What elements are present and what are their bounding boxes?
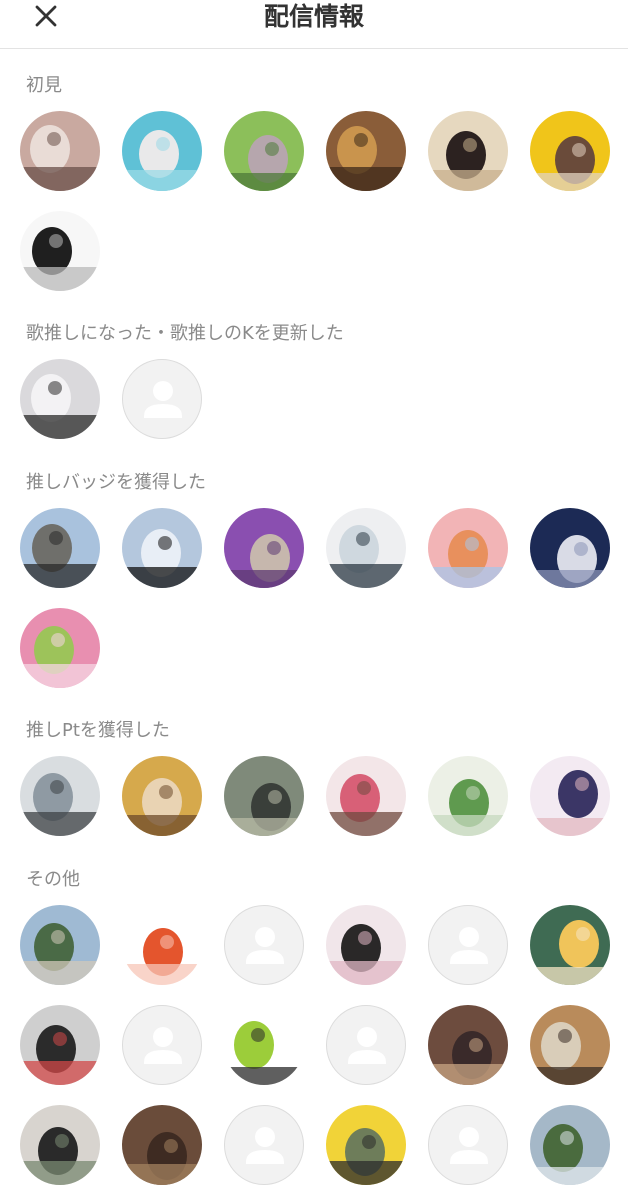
user-avatar[interactable] (20, 111, 100, 191)
user-avatar[interactable] (326, 756, 406, 836)
user-avatar-default[interactable] (122, 1005, 202, 1085)
section-label: 初見 (26, 75, 62, 96)
avatar-image (20, 905, 100, 985)
user-avatar-default[interactable] (224, 1105, 304, 1185)
avatar-image (122, 756, 202, 836)
avatar-image (326, 111, 406, 191)
user-avatar[interactable] (20, 211, 100, 291)
user-avatar-default[interactable] (428, 905, 508, 985)
section-label: 推しバッジを獲得した (26, 472, 206, 493)
user-avatar[interactable] (224, 111, 304, 191)
user-avatar[interactable] (326, 905, 406, 985)
user-avatar[interactable] (530, 508, 610, 588)
avatar-image (530, 756, 610, 836)
avatar-image (224, 508, 304, 588)
avatar-image (530, 508, 610, 588)
avatar-image (122, 508, 202, 588)
user-avatar[interactable] (326, 1105, 406, 1185)
user-avatar-default[interactable] (122, 359, 202, 439)
default-user-icon (450, 1127, 488, 1164)
section-label: 推しPtを獲得した (26, 720, 170, 741)
avatar-image (20, 1105, 100, 1185)
default-user-icon (450, 927, 488, 964)
user-avatar[interactable] (20, 1105, 100, 1185)
default-user-icon (144, 1027, 182, 1064)
user-avatar[interactable] (122, 508, 202, 588)
avatar-image (224, 111, 304, 191)
user-avatar[interactable] (20, 508, 100, 588)
user-avatar[interactable] (224, 508, 304, 588)
avatar-image (20, 608, 100, 688)
avatar-image (122, 111, 202, 191)
user-avatar[interactable] (428, 1005, 508, 1085)
user-avatar[interactable] (530, 111, 610, 191)
avatar-image (428, 111, 508, 191)
user-avatar[interactable] (20, 905, 100, 985)
avatar-image (530, 905, 610, 985)
avatar-image (428, 1005, 508, 1085)
avatar-image (530, 1105, 610, 1185)
user-avatar[interactable] (224, 756, 304, 836)
user-avatar[interactable] (428, 508, 508, 588)
section-label: その他 (26, 869, 80, 890)
avatar-image (20, 359, 100, 439)
user-avatar-default[interactable] (428, 1105, 508, 1185)
user-avatar[interactable] (530, 1105, 610, 1185)
user-avatar[interactable] (530, 905, 610, 985)
avatar-image (326, 1105, 406, 1185)
user-avatar[interactable] (122, 1105, 202, 1185)
avatar-image (20, 211, 100, 291)
avatar-image (122, 905, 202, 985)
user-avatar[interactable] (20, 608, 100, 688)
default-user-icon (348, 1027, 386, 1064)
user-avatar[interactable] (530, 756, 610, 836)
user-avatar[interactable] (122, 905, 202, 985)
avatar-image (122, 1105, 202, 1185)
avatar-image (326, 905, 406, 985)
avatar-image (20, 111, 100, 191)
top-bar: 配信情報 (0, 0, 628, 49)
user-avatar[interactable] (122, 756, 202, 836)
user-avatar-default[interactable] (326, 1005, 406, 1085)
user-avatar[interactable] (122, 111, 202, 191)
avatar-image (224, 756, 304, 836)
default-user-icon (246, 1127, 284, 1164)
avatar-image (326, 756, 406, 836)
default-user-icon (246, 927, 284, 964)
user-avatar[interactable] (326, 111, 406, 191)
avatar-image (428, 756, 508, 836)
user-avatar[interactable] (326, 508, 406, 588)
page-title: 配信情報 (263, 2, 364, 31)
section-label: 歌推しになった・歌推しのKを更新した (26, 323, 344, 344)
avatar-image (530, 1005, 610, 1085)
avatar-image (20, 1005, 100, 1085)
avatar-image (20, 756, 100, 836)
user-avatar[interactable] (20, 756, 100, 836)
user-avatar[interactable] (428, 756, 508, 836)
avatar-image (20, 508, 100, 588)
default-user-icon (144, 381, 182, 418)
user-avatar[interactable] (20, 1005, 100, 1085)
user-avatar[interactable] (530, 1005, 610, 1085)
user-avatar[interactable] (224, 1005, 304, 1085)
user-avatar-default[interactable] (224, 905, 304, 985)
avatar-image (326, 508, 406, 588)
avatar-image (428, 508, 508, 588)
user-avatar[interactable] (20, 359, 100, 439)
user-avatar[interactable] (428, 111, 508, 191)
avatar-image (530, 111, 610, 191)
avatar-image (224, 1005, 304, 1085)
